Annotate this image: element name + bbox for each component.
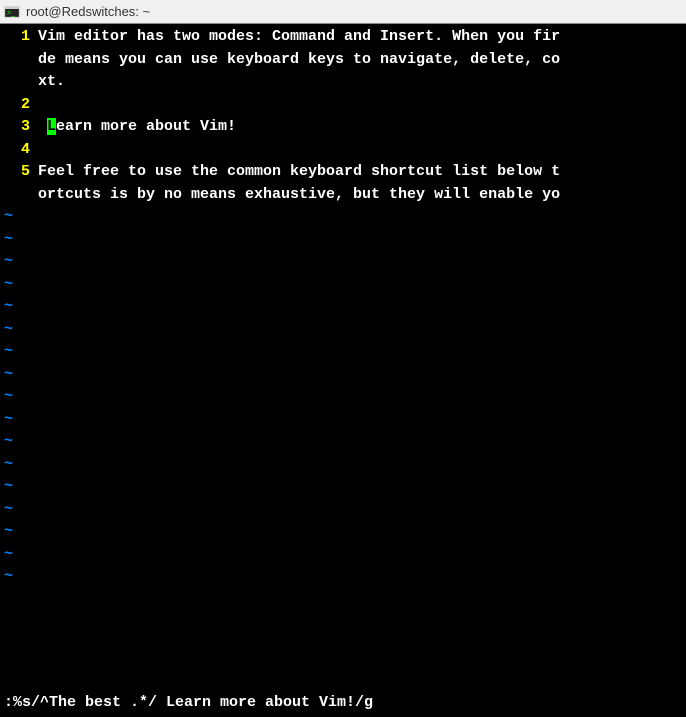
- empty-line-tilde: ~: [0, 566, 686, 589]
- editor-line[interactable]: 1Vim editor has two modes: Command and I…: [0, 26, 686, 49]
- svg-text:>_: >_: [7, 10, 15, 17]
- empty-line-tilde: ~: [0, 251, 686, 274]
- line-number: [0, 184, 38, 207]
- empty-line-tilde: ~: [0, 274, 686, 297]
- line-content: ortcuts is by no means exhaustive, but t…: [38, 184, 686, 207]
- empty-line-tilde: ~: [0, 319, 686, 342]
- empty-line-tilde: ~: [0, 544, 686, 567]
- empty-line-tilde: ~: [0, 296, 686, 319]
- editor-line[interactable]: 3 Learn more about Vim!: [0, 116, 686, 139]
- line-content: [38, 139, 686, 162]
- line-number: 4: [0, 139, 38, 162]
- empty-line-tilde: ~: [0, 229, 686, 252]
- empty-line-tilde: ~: [0, 409, 686, 432]
- window-title-bar: >_ root@Redswitches: ~: [0, 0, 686, 24]
- editor-line[interactable]: de means you can use keyboard keys to na…: [0, 49, 686, 72]
- empty-line-tilde: ~: [0, 386, 686, 409]
- cursor: L: [47, 118, 56, 135]
- line-content: [38, 94, 686, 117]
- empty-line-tilde: ~: [0, 206, 686, 229]
- vim-command-line[interactable]: :%s/^The best .*/ Learn more about Vim!/…: [0, 694, 686, 717]
- empty-line-tilde: ~: [0, 341, 686, 364]
- empty-line-tilde: ~: [0, 476, 686, 499]
- empty-line-tilde: ~: [0, 431, 686, 454]
- terminal-icon: >_: [4, 4, 20, 20]
- line-content: Learn more about Vim!: [38, 116, 686, 139]
- line-number: [0, 71, 38, 94]
- vim-editor-area[interactable]: 1Vim editor has two modes: Command and I…: [0, 24, 686, 694]
- editor-line[interactable]: 5Feel free to use the common keyboard sh…: [0, 161, 686, 184]
- line-number: 5: [0, 161, 38, 184]
- editor-line[interactable]: ortcuts is by no means exhaustive, but t…: [0, 184, 686, 207]
- line-content: de means you can use keyboard keys to na…: [38, 49, 686, 72]
- editor-line[interactable]: 4: [0, 139, 686, 162]
- empty-line-tilde: ~: [0, 364, 686, 387]
- line-number: 1: [0, 26, 38, 49]
- line-number: 2: [0, 94, 38, 117]
- line-content: Vim editor has two modes: Command and In…: [38, 26, 686, 49]
- line-content: xt.: [38, 71, 686, 94]
- line-content: Feel free to use the common keyboard sho…: [38, 161, 686, 184]
- empty-line-tilde: ~: [0, 499, 686, 522]
- window-title: root@Redswitches: ~: [26, 4, 150, 19]
- empty-line-tilde: ~: [0, 454, 686, 477]
- line-number: 3: [0, 116, 38, 139]
- editor-line[interactable]: xt.: [0, 71, 686, 94]
- empty-line-tilde: ~: [0, 521, 686, 544]
- editor-line[interactable]: 2: [0, 94, 686, 117]
- line-number: [0, 49, 38, 72]
